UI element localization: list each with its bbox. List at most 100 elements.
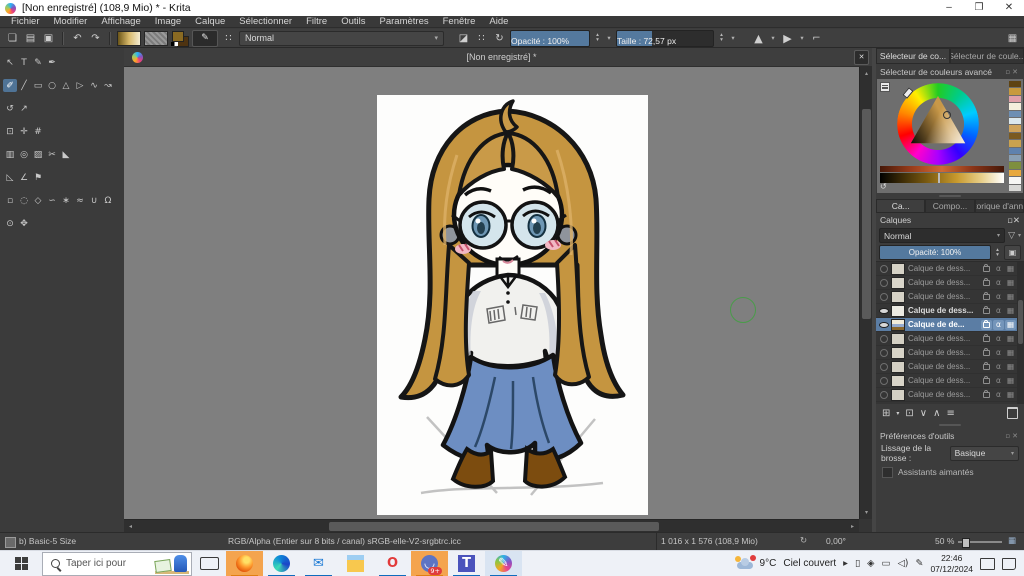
tray-security-shield-icon[interactable]: ◈ — [867, 558, 874, 569]
close-docker-icon[interactable]: ✕ — [1012, 432, 1020, 440]
tool-select-contiguous[interactable]: ∗ — [59, 194, 73, 207]
selector-settings-icon[interactable] — [880, 82, 890, 92]
taskbar-edge[interactable] — [263, 551, 300, 576]
tool-dynamic-brush[interactable]: ↺ — [3, 102, 17, 115]
docker-tab[interactable]: Compo... — [925, 199, 974, 213]
layer-row[interactable]: Calque de dess... α ▦ — [876, 388, 1024, 402]
tool-select-elliptical[interactable]: ◌ — [17, 194, 31, 207]
weather-text[interactable]: Ciel couvert — [783, 558, 836, 569]
layer-lock-icon[interactable] — [981, 348, 992, 358]
layer-lock-icon[interactable] — [981, 376, 992, 386]
taskbar-teams[interactable]: T — [448, 551, 485, 576]
mirror-horizontal-button[interactable]: ▲ — [751, 31, 766, 46]
smoothing-combo[interactable]: Basique ▾ — [950, 446, 1019, 461]
layer-visibility-icon[interactable] — [876, 308, 891, 314]
menu-item[interactable]: Aide — [482, 16, 515, 28]
layer-row[interactable]: Calque de dess... α ▦ — [876, 262, 1024, 276]
layer-row[interactable]: Calque de de... α ▦ — [876, 318, 1024, 332]
tool-smart-patch[interactable]: ✂ — [45, 148, 59, 161]
layer-lock-icon[interactable] — [981, 390, 992, 400]
mirror-vertical-button[interactable]: ▶ — [780, 31, 795, 46]
blend-mode-combo[interactable]: Normal ▾ — [239, 31, 444, 46]
vertical-scrollbar[interactable]: ▴ ▾ — [859, 67, 872, 519]
minimize-button[interactable]: – — [934, 0, 964, 16]
layer-visibility-icon[interactable] — [876, 279, 891, 287]
docker-tab[interactable]: Ca... — [876, 199, 925, 213]
tool-reference-images[interactable]: ⚑ — [31, 171, 45, 184]
vertical-scroll-thumb[interactable] — [862, 109, 871, 319]
tool-edit-shapes[interactable]: ✎ — [31, 56, 45, 69]
layer-inherit-alpha-icon[interactable]: ▦ — [1005, 292, 1016, 302]
horizontal-scroll-thumb[interactable] — [329, 522, 659, 531]
layer-inherit-alpha-icon[interactable]: ▦ — [1005, 320, 1016, 330]
taskbar-firefox[interactable] — [226, 551, 263, 576]
brush-presets-button[interactable]: ∷ — [221, 31, 236, 46]
tool-select-rectangular[interactable]: ▫ — [3, 194, 17, 207]
taskbar-clock[interactable]: 22:46 07/12/2024 — [930, 553, 973, 574]
layer-filter-icon[interactable]: ▽ — [1008, 231, 1015, 241]
layer-row[interactable]: Calque de dess... α ▦ — [876, 290, 1024, 304]
pattern-chooser[interactable] — [144, 31, 168, 46]
add-layer-button[interactable]: ⊞ — [882, 408, 890, 419]
layer-lock-icon[interactable] — [981, 264, 992, 274]
layer-row[interactable]: Calque de dess... α ▦ — [876, 332, 1024, 346]
layer-options-button[interactable]: ▣ — [1004, 245, 1021, 260]
tool-polygon[interactable]: △ — [59, 79, 73, 92]
reset-shades-icon[interactable]: ↺ — [880, 182, 887, 191]
eraser-mode-button[interactable]: ◪ — [456, 31, 471, 46]
taskbar-krita[interactable]: ✎ — [485, 551, 522, 576]
layer-alpha-lock-icon[interactable]: α — [993, 362, 1004, 372]
layer-row[interactable]: Calque de dess... α ▦ — [876, 304, 1024, 318]
tray-display-icon[interactable]: ▭ — [881, 558, 890, 569]
weather-temp[interactable]: 9°C — [760, 558, 777, 569]
tool-zoom[interactable]: ⊙ — [3, 217, 17, 230]
tool-fill[interactable]: ◣ — [59, 148, 73, 161]
redo-button[interactable]: ↷ — [88, 31, 103, 46]
save-button[interactable]: ▣ — [41, 31, 56, 46]
layer-visibility-icon[interactable] — [876, 349, 891, 357]
task-view-button[interactable] — [192, 551, 226, 576]
start-button[interactable] — [0, 551, 42, 576]
layer-alpha-lock-icon[interactable]: α — [993, 334, 1004, 344]
tool-move[interactable]: ✛ — [17, 125, 31, 138]
layer-visibility-icon[interactable] — [876, 335, 891, 343]
layer-list-scrollbar[interactable] — [1017, 262, 1024, 404]
undo-button[interactable]: ↶ — [70, 31, 85, 46]
layer-inherit-alpha-icon[interactable]: ▦ — [1005, 362, 1016, 372]
history-swatch[interactable] — [1009, 155, 1021, 161]
menu-item[interactable]: Image — [148, 16, 188, 28]
shade-strip-2[interactable] — [880, 173, 1004, 183]
menu-item[interactable]: Fenêtre — [436, 16, 483, 28]
layer-alpha-lock-icon[interactable]: α — [993, 348, 1004, 358]
tool-line[interactable]: ╱ — [17, 79, 31, 92]
taskbar-mail[interactable]: ✉ — [300, 551, 337, 576]
menu-item[interactable]: Filtre — [299, 16, 334, 28]
layer-alpha-lock-icon[interactable]: α — [993, 376, 1004, 386]
layer-inherit-alpha-icon[interactable]: ▦ — [1005, 334, 1016, 344]
history-swatch[interactable] — [1009, 170, 1021, 176]
taskbar-explorer[interactable] — [337, 551, 374, 576]
history-swatch[interactable] — [1009, 103, 1021, 109]
delete-layer-button[interactable] — [1007, 407, 1018, 419]
layer-alpha-lock-icon[interactable]: α — [993, 390, 1004, 400]
document-tab[interactable]: [Non enregistré] * ✕ — [124, 48, 872, 67]
history-swatch[interactable] — [1009, 118, 1021, 124]
menu-item[interactable]: Fichier — [4, 16, 47, 28]
layer-visibility-icon[interactable] — [876, 363, 891, 371]
reload-preset-button[interactable]: ↻ — [492, 31, 507, 46]
wrap-around-button[interactable]: ⌐ — [809, 31, 824, 46]
layer-visibility-icon[interactable] — [876, 322, 891, 328]
tool-transform[interactable]: ⊡ — [3, 125, 17, 138]
layer-inherit-alpha-icon[interactable]: ▦ — [1005, 264, 1016, 274]
layer-row[interactable]: Calque de dess... α ▦ — [876, 374, 1024, 388]
layer-lock-icon[interactable] — [981, 278, 992, 288]
brush-editor-button[interactable]: ✎ — [192, 30, 218, 47]
layer-lock-icon[interactable] — [981, 362, 992, 372]
tool-select-bezier[interactable]: ∪ — [87, 194, 101, 207]
layer-alpha-lock-icon[interactable]: α — [993, 306, 1004, 316]
layer-row[interactable]: Calque de dess... α ▦ — [876, 276, 1024, 290]
layer-opacity-spinner[interactable]: ▴▾ — [993, 248, 1002, 258]
gradient-chooser[interactable] — [117, 31, 141, 46]
workspace-chooser-icon[interactable]: ▦ — [1005, 31, 1020, 46]
taskbar-discord[interactable]: ◡9+ — [411, 551, 448, 576]
